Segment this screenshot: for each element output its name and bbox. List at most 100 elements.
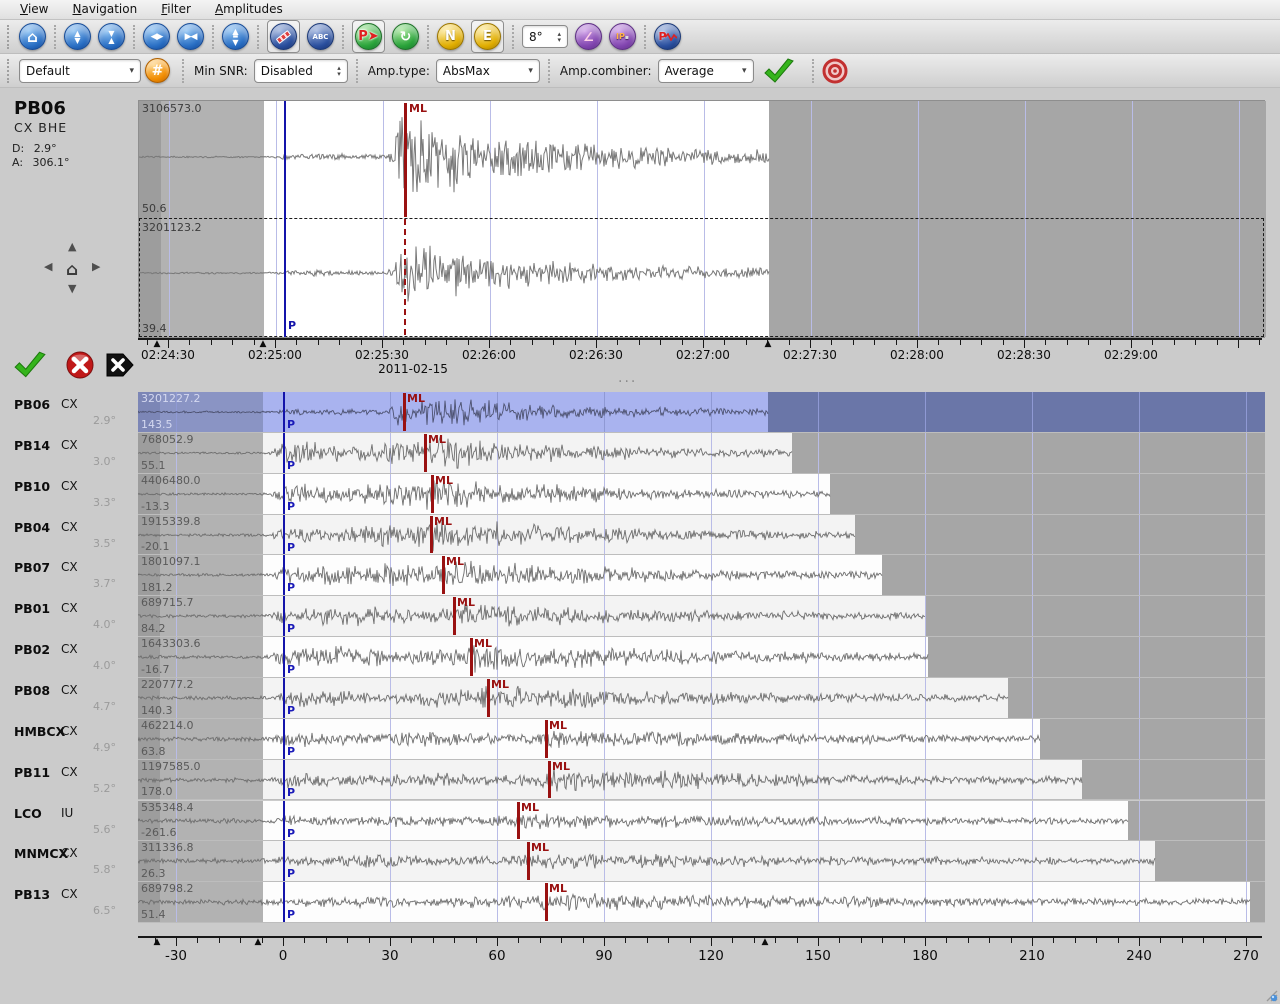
normalize-amplitudes-button[interactable]: ▲▬▼ — [222, 23, 249, 50]
amp-type-combobox[interactable]: AbsMax ▾ — [436, 59, 540, 83]
commit-check-icon[interactable] — [762, 58, 796, 84]
p-marker-line[interactable] — [283, 719, 285, 759]
collapse-vertical-button[interactable]: ▼▲ — [98, 23, 125, 50]
nav-home-button[interactable]: ⌂ — [66, 260, 78, 280]
ml-marker-line[interactable] — [431, 475, 434, 513]
profile-combobox[interactable]: Default ▾ — [19, 59, 141, 83]
axis-position-triangle[interactable]: ▲ — [762, 937, 769, 947]
p-marker-line[interactable] — [283, 637, 285, 677]
axis-position-triangle[interactable]: ▲ — [255, 937, 262, 947]
station-label-cell[interactable]: PB14CX3.0° — [0, 433, 138, 474]
window-resize-grip[interactable] — [1262, 986, 1278, 1002]
station-label-cell[interactable]: PB08CX4.7° — [0, 678, 138, 719]
component-e-button[interactable]: E — [474, 23, 501, 50]
nav-left-button[interactable]: ◀ — [44, 260, 52, 273]
menu-navigation[interactable]: Navigation — [62, 1, 147, 18]
ml-marker-line[interactable] — [470, 638, 473, 676]
p-marker-line[interactable] — [283, 515, 285, 555]
panel-splitter-handle[interactable]: ··· — [618, 374, 637, 390]
show-ip-button[interactable]: IP▪ — [609, 23, 636, 50]
station-row-pb11[interactable]: PB11CX5.2°PML1197585.0178.0 — [0, 760, 1280, 801]
amp-combiner-combobox[interactable]: Average ▾ — [658, 59, 754, 83]
station-row-pb08[interactable]: PB08CX4.7°PML220777.2140.3 — [0, 678, 1280, 719]
axis-position-triangle[interactable]: ▲ — [154, 339, 161, 349]
station-label-cell[interactable]: PB10CX3.3° — [0, 474, 138, 515]
station-label-cell[interactable]: PB02CX4.0° — [0, 637, 138, 678]
ml-marker-line[interactable] — [527, 842, 530, 880]
ml-marker-line[interactable] — [430, 516, 433, 554]
station-row-lco[interactable]: LCOIU5.6°PML535348.4-261.6 — [0, 801, 1280, 842]
repick-button[interactable]: ↻ — [392, 23, 419, 50]
ml-marker-line[interactable] — [545, 883, 548, 921]
relocate-target-icon[interactable] — [822, 58, 848, 84]
expand-horizontal-button[interactable]: ◀▶ — [143, 23, 170, 50]
accept-pick-icon[interactable] — [12, 350, 48, 380]
nav-up-button[interactable]: ▲ — [68, 240, 76, 253]
ml-marker-line[interactable] — [548, 761, 551, 799]
component-n-button[interactable]: N — [437, 23, 464, 50]
pick-pv-button[interactable]: P — [654, 23, 681, 50]
p-marker-line[interactable] — [283, 596, 285, 636]
ml-marker-line[interactable] — [453, 597, 456, 635]
station-row-pb10[interactable]: PB10CX3.3°PML4406480.0-13.3 — [0, 474, 1280, 515]
p-marker-line[interactable] — [283, 555, 285, 595]
axis-position-triangle[interactable]: ▲ — [260, 339, 267, 349]
station-trace-cell[interactable]: PML462214.063.8 — [138, 719, 1265, 760]
pick-p-phase-button[interactable]: P➤ — [355, 23, 382, 50]
nav-down-button[interactable]: ▼ — [68, 282, 76, 295]
station-trace-cell[interactable]: PML1915339.8-20.1 — [138, 515, 1265, 556]
station-trace-cell[interactable]: PML3201227.2143.5 — [138, 392, 1265, 433]
station-row-pb04[interactable]: PB04CX3.5°PML1915339.8-20.1 — [0, 515, 1280, 556]
export-pick-icon[interactable] — [106, 352, 134, 378]
p-marker-line[interactable] — [283, 392, 285, 432]
p-marker-line[interactable] — [283, 882, 285, 922]
ml-marker-line[interactable] — [487, 679, 490, 717]
station-trace-cell[interactable]: PML535348.4-261.6 — [138, 801, 1265, 842]
menu-view[interactable]: View — [10, 1, 58, 18]
spin-arrows-icon[interactable]: ▴▾ — [337, 65, 341, 77]
ml-marker-line[interactable] — [517, 802, 520, 840]
zoom-trace-panel[interactable]: PML3106573.050.63201123.239.4 — [138, 100, 1265, 338]
station-label-cell[interactable]: MNMCXCX5.8° — [0, 841, 138, 882]
ml-marker-line[interactable] — [442, 556, 445, 594]
station-row-pb07[interactable]: PB07CX3.7°PML1801097.1181.2 — [0, 555, 1280, 596]
p-marker-line[interactable] — [284, 101, 286, 337]
axis-position-triangle[interactable]: ▲ — [154, 937, 161, 947]
station-trace-cell[interactable]: PML689798.251.4 — [138, 882, 1265, 923]
station-row-pb02[interactable]: PB02CX4.0°PML1643303.6-16.7 — [0, 637, 1280, 678]
station-trace-cell[interactable]: PML768052.955.1 — [138, 433, 1265, 474]
station-row-pb14[interactable]: PB14CX3.0°PML768052.955.1 — [0, 433, 1280, 474]
station-label-cell[interactable]: PB11CX5.2° — [0, 760, 138, 801]
collapse-horizontal-button[interactable]: ▶◀ — [177, 23, 204, 50]
home-button[interactable]: ⌂ — [19, 23, 46, 50]
station-label-cell[interactable]: PB06CX2.9° — [0, 392, 138, 433]
station-trace-cell[interactable]: PML1197585.0178.0 — [138, 760, 1265, 801]
station-row-pb13[interactable]: PB13CX6.5°PML689798.251.4 — [0, 882, 1280, 923]
angle-spinbox[interactable]: 8°▴▾ — [522, 25, 568, 48]
p-marker-line[interactable] — [283, 433, 285, 473]
toolbar-handle[interactable] — [7, 25, 12, 49]
p-marker-line[interactable] — [283, 474, 285, 514]
ml-marker-line-projected[interactable] — [404, 219, 406, 335]
station-label-cell[interactable]: LCOIU5.6° — [0, 801, 138, 842]
ml-marker-line[interactable] — [403, 393, 406, 431]
station-trace-cell[interactable]: PML689715.784.2 — [138, 596, 1265, 637]
hash-button[interactable]: # — [145, 58, 170, 83]
menu-amplitudes[interactable]: Amplitudes — [205, 1, 293, 18]
station-label-cell[interactable]: PB04CX3.5° — [0, 515, 138, 556]
reject-pick-icon[interactable] — [66, 351, 94, 379]
menu-filter[interactable]: Filter — [151, 1, 201, 18]
p-marker-line[interactable] — [283, 841, 285, 881]
station-label-cell[interactable]: PB13CX6.5° — [0, 882, 138, 923]
station-trace-cell[interactable]: PML1801097.1181.2 — [138, 555, 1265, 596]
measure-ruler-button[interactable] — [270, 23, 297, 50]
station-label-cell[interactable]: PB01CX4.0° — [0, 596, 138, 637]
station-label-cell[interactable]: HMBCXCX4.9° — [0, 719, 138, 760]
p-marker-line[interactable] — [283, 760, 285, 800]
toolbar-handle-2[interactable] — [7, 59, 12, 83]
ml-marker-line[interactable] — [545, 720, 548, 758]
expand-vertical-button[interactable]: ▲▼ — [64, 23, 91, 50]
min-snr-spinbox[interactable]: Disabled ▴▾ — [254, 59, 348, 83]
theoretical-arrivals-button[interactable]: ∠ — [575, 23, 602, 50]
ml-marker-line[interactable] — [424, 434, 427, 472]
